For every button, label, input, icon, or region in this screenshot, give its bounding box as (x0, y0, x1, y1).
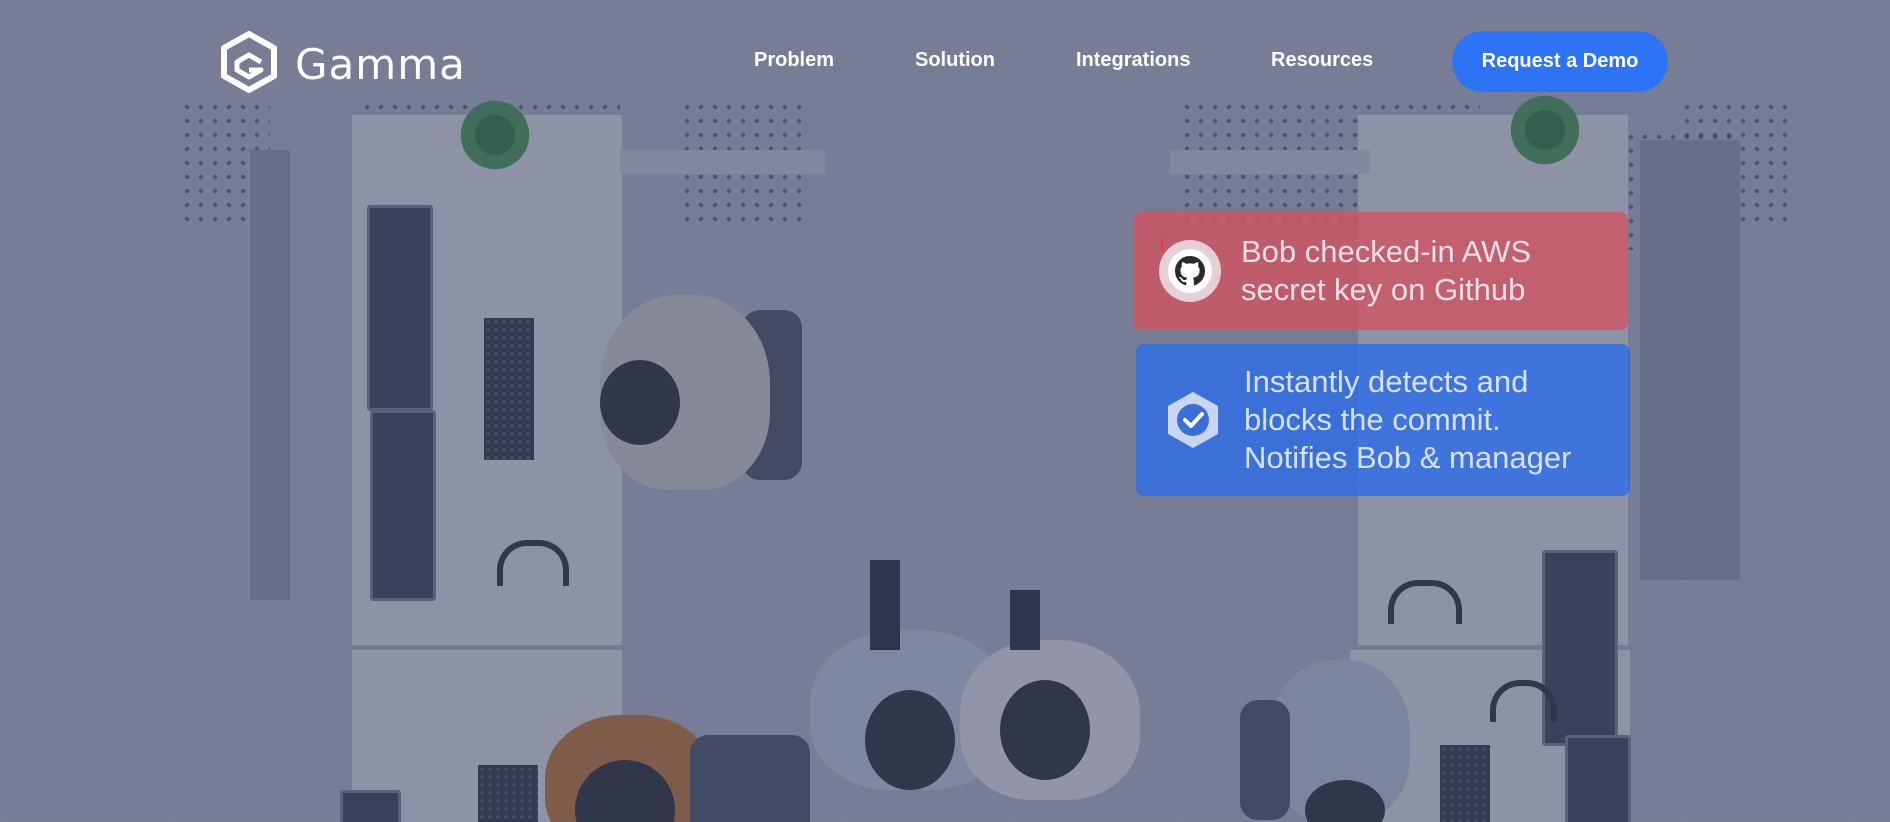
nav-link-solution[interactable]: Solution (915, 49, 995, 72)
success-line: Instantly detects and (1244, 364, 1529, 399)
gamma-hexagon-logo-icon (219, 30, 279, 99)
brand-name: Gamma (295, 40, 466, 89)
nav-link-problem[interactable]: Problem (754, 49, 834, 72)
nav-link-integrations[interactable]: Integrations (1076, 49, 1190, 72)
alert-notification-card: ! Bob checked-in AWS secret key on Githu… (1133, 212, 1628, 330)
success-message: Instantly detects and blocks the commit.… (1244, 363, 1571, 477)
shield-check-icon (1162, 389, 1224, 451)
success-line: blocks the commit. (1244, 402, 1501, 437)
alert-badge: ! (1159, 236, 1165, 256)
alert-message: Bob checked-in AWS secret key on Github (1241, 233, 1531, 309)
nav-link-resources[interactable]: Resources (1271, 49, 1373, 72)
alert-line: secret key on Github (1241, 272, 1526, 307)
alert-line: Bob checked-in AWS (1241, 234, 1532, 269)
success-line: Notifies Bob & manager (1244, 440, 1572, 475)
github-icon (1168, 249, 1212, 293)
success-notification-card: Instantly detects and blocks the commit.… (1136, 344, 1630, 496)
brand-logo[interactable]: Gamma (219, 30, 466, 99)
github-alert-icon: ! (1159, 236, 1221, 302)
top-navigation: Gamma Problem Solution Integrations Reso… (0, 0, 1890, 124)
request-demo-button[interactable]: Request a Demo (1452, 31, 1668, 92)
